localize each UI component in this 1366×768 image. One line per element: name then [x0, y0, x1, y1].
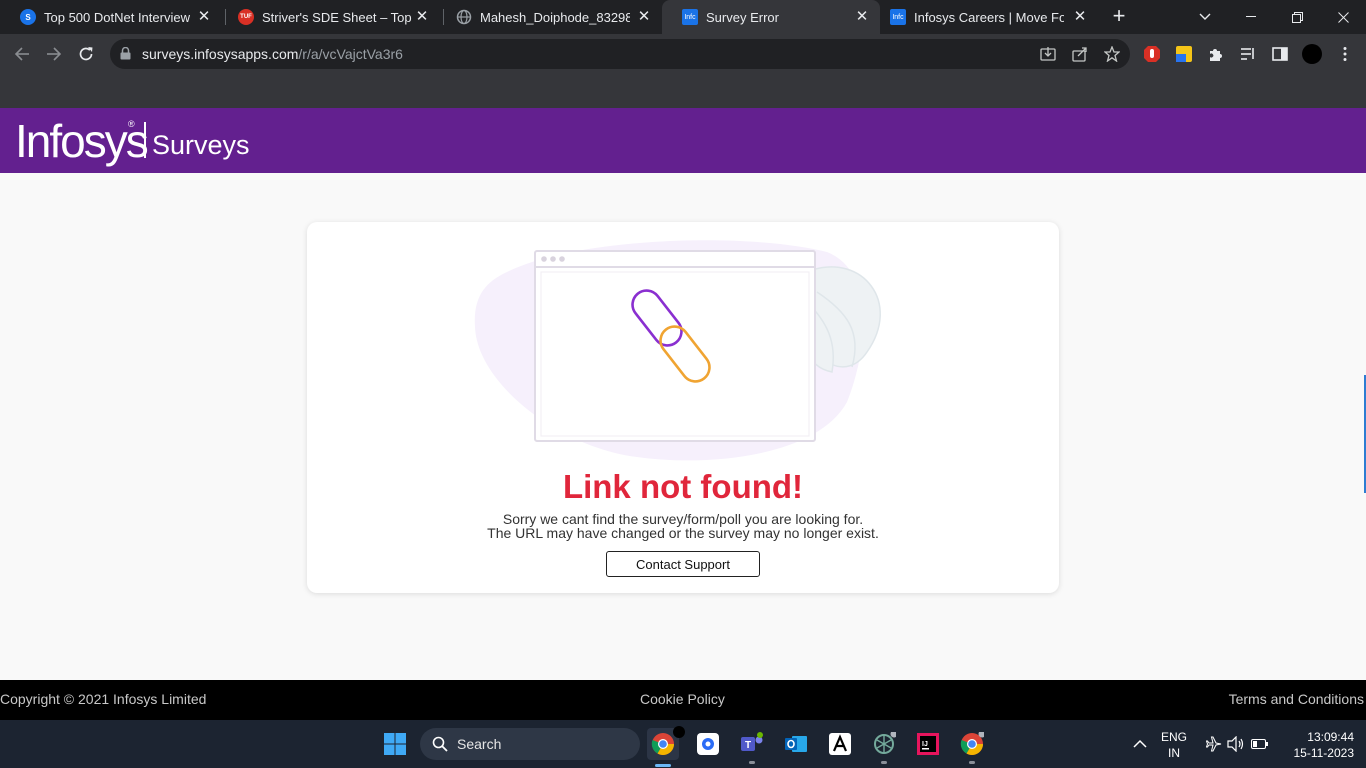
infosys-icon: Infc: [682, 9, 698, 25]
bookmark-star-icon[interactable]: [1103, 45, 1121, 63]
bookmark-bar: [0, 74, 1366, 108]
surveys-logo-text: Surveys: [152, 130, 250, 160]
close-window-button[interactable]: [1320, 0, 1366, 34]
tuf-icon: TUF: [238, 9, 254, 25]
close-tab-icon[interactable]: ✕: [854, 9, 870, 25]
chatgpt-icon[interactable]: [868, 728, 900, 760]
adblock-extension-icon[interactable]: [1143, 45, 1161, 63]
tab-title: Survey Error: [706, 9, 779, 25]
minimize-button[interactable]: [1228, 0, 1274, 34]
forward-button[interactable]: [42, 42, 66, 66]
profile-avatar[interactable]: [1302, 44, 1322, 64]
share-icon[interactable]: [1072, 46, 1088, 62]
svg-text:T: T: [745, 740, 751, 751]
infosys-icon: Infc: [890, 9, 906, 25]
restore-button[interactable]: [1274, 0, 1320, 34]
cookie-policy-link[interactable]: Cookie Policy: [640, 691, 725, 707]
kebab-menu-icon[interactable]: [1336, 45, 1354, 63]
error-title: Link not found!: [562, 468, 804, 505]
adobe-acrobat-icon[interactable]: [824, 728, 856, 760]
tab-title: Infosys Careers | Move Forw: [914, 9, 1064, 25]
clock-date: 15-11-2023: [1293, 746, 1355, 760]
tab-title: Top 500 DotNet Interview Q: [44, 9, 194, 25]
language-indicator[interactable]: ENG IN: [1158, 729, 1190, 761]
url-text: surveys.infosysapps.com/r/a/vcVajctVa3r6: [142, 46, 403, 62]
copyright-text: Copyright © 2021 Infosys Limited: [0, 691, 207, 707]
site-footer: Copyright © 2021 Infosys Limited Cookie …: [0, 680, 1366, 720]
address-bar[interactable]: surveys.infosysapps.com/r/a/vcVajctVa3r6: [110, 39, 1130, 69]
error-message-line: The URL may have changed or the survey m…: [487, 525, 879, 541]
error-message: Sorry we cant find the survey/form/poll …: [307, 512, 1059, 540]
extensions-puzzle-icon[interactable]: [1207, 45, 1225, 63]
page-content: Infosys ® Surveys Link not found! Sorry …: [0, 108, 1366, 720]
error-card: Link not found! Sorry we cant find the s…: [307, 222, 1059, 593]
search-label: Search: [457, 736, 502, 752]
outlook-icon[interactable]: [780, 728, 812, 760]
infosys-logo[interactable]: Infosys: [15, 114, 149, 168]
windows-taskbar: Search T IJ ENG IN 13:09:44 15-11-2023: [0, 720, 1366, 768]
reload-button[interactable]: [74, 42, 98, 66]
browser-toolbar: surveys.infosysapps.com/r/a/vcVajctVa3r6: [0, 34, 1366, 74]
chrome-taskbar-icon[interactable]: [647, 726, 685, 760]
chrome-profile-taskbar-icon[interactable]: [956, 728, 988, 760]
tab-striver[interactable]: TUF Striver's SDE Sheet – Top Co ✕: [218, 0, 440, 34]
close-tab-icon[interactable]: ✕: [1072, 9, 1088, 25]
start-button[interactable]: [379, 728, 411, 760]
tab-dotnet[interactable]: S Top 500 DotNet Interview Q ✕: [0, 0, 222, 34]
battery-icon[interactable]: [1244, 728, 1276, 760]
back-button[interactable]: [10, 42, 34, 66]
tab-title: Mahesh_Doiphode_8329899: [480, 9, 630, 25]
close-tab-icon[interactable]: ✕: [414, 9, 430, 25]
lock-icon[interactable]: [120, 46, 131, 65]
chevron-up-icon[interactable]: [1124, 728, 1156, 760]
globe-icon: [456, 9, 472, 25]
windows-logo-icon: [384, 733, 406, 755]
search-icon: [432, 736, 448, 755]
contact-support-button[interactable]: Contact Support: [606, 551, 760, 577]
focus-app-icon[interactable]: [692, 728, 724, 760]
intellij-idea-icon[interactable]: IJ: [912, 728, 944, 760]
clock-time: 13:09:44: [1307, 730, 1354, 744]
error-message-line: Sorry we cant find the survey/form/poll …: [502, 511, 864, 527]
tab-strip: S Top 500 DotNet Interview Q ✕ TUF Striv…: [0, 0, 1366, 34]
site-header: Infosys ® Surveys: [0, 108, 1366, 173]
lang-top: ENG: [1160, 730, 1187, 744]
tab-title: Striver's SDE Sheet – Top Co: [262, 9, 412, 25]
close-tab-icon[interactable]: ✕: [196, 9, 212, 25]
shield-s-icon: S: [20, 9, 36, 25]
install-app-icon[interactable]: [1040, 46, 1056, 62]
terms-link[interactable]: Terms and Conditions: [1229, 691, 1364, 707]
broken-link-illustration: [474, 240, 881, 461]
taskbar-search[interactable]: Search: [420, 728, 640, 760]
registered-mark: ®: [128, 119, 135, 129]
new-tab-button[interactable]: +: [1108, 5, 1130, 29]
tab-infosys-careers[interactable]: Infc Infosys Careers | Move Forw ✕: [870, 0, 1098, 34]
logo-divider: [144, 122, 146, 158]
close-tab-icon[interactable]: ✕: [636, 9, 652, 25]
side-panel-icon[interactable]: [1271, 45, 1289, 63]
lang-bottom: IN: [1168, 746, 1180, 760]
teams-icon[interactable]: T: [736, 728, 768, 760]
svg-text:IJ: IJ: [922, 741, 928, 748]
tab-search-icon[interactable]: [1182, 0, 1228, 34]
tab-mahesh[interactable]: Mahesh_Doiphode_8329899 ✕: [436, 0, 662, 34]
media-queue-icon[interactable]: [1239, 45, 1257, 63]
clock[interactable]: 13:09:44 15-11-2023: [1278, 729, 1355, 761]
tab-survey-error[interactable]: Infc Survey Error ✕: [662, 0, 880, 34]
flipkart-extension-icon[interactable]: [1175, 45, 1193, 63]
